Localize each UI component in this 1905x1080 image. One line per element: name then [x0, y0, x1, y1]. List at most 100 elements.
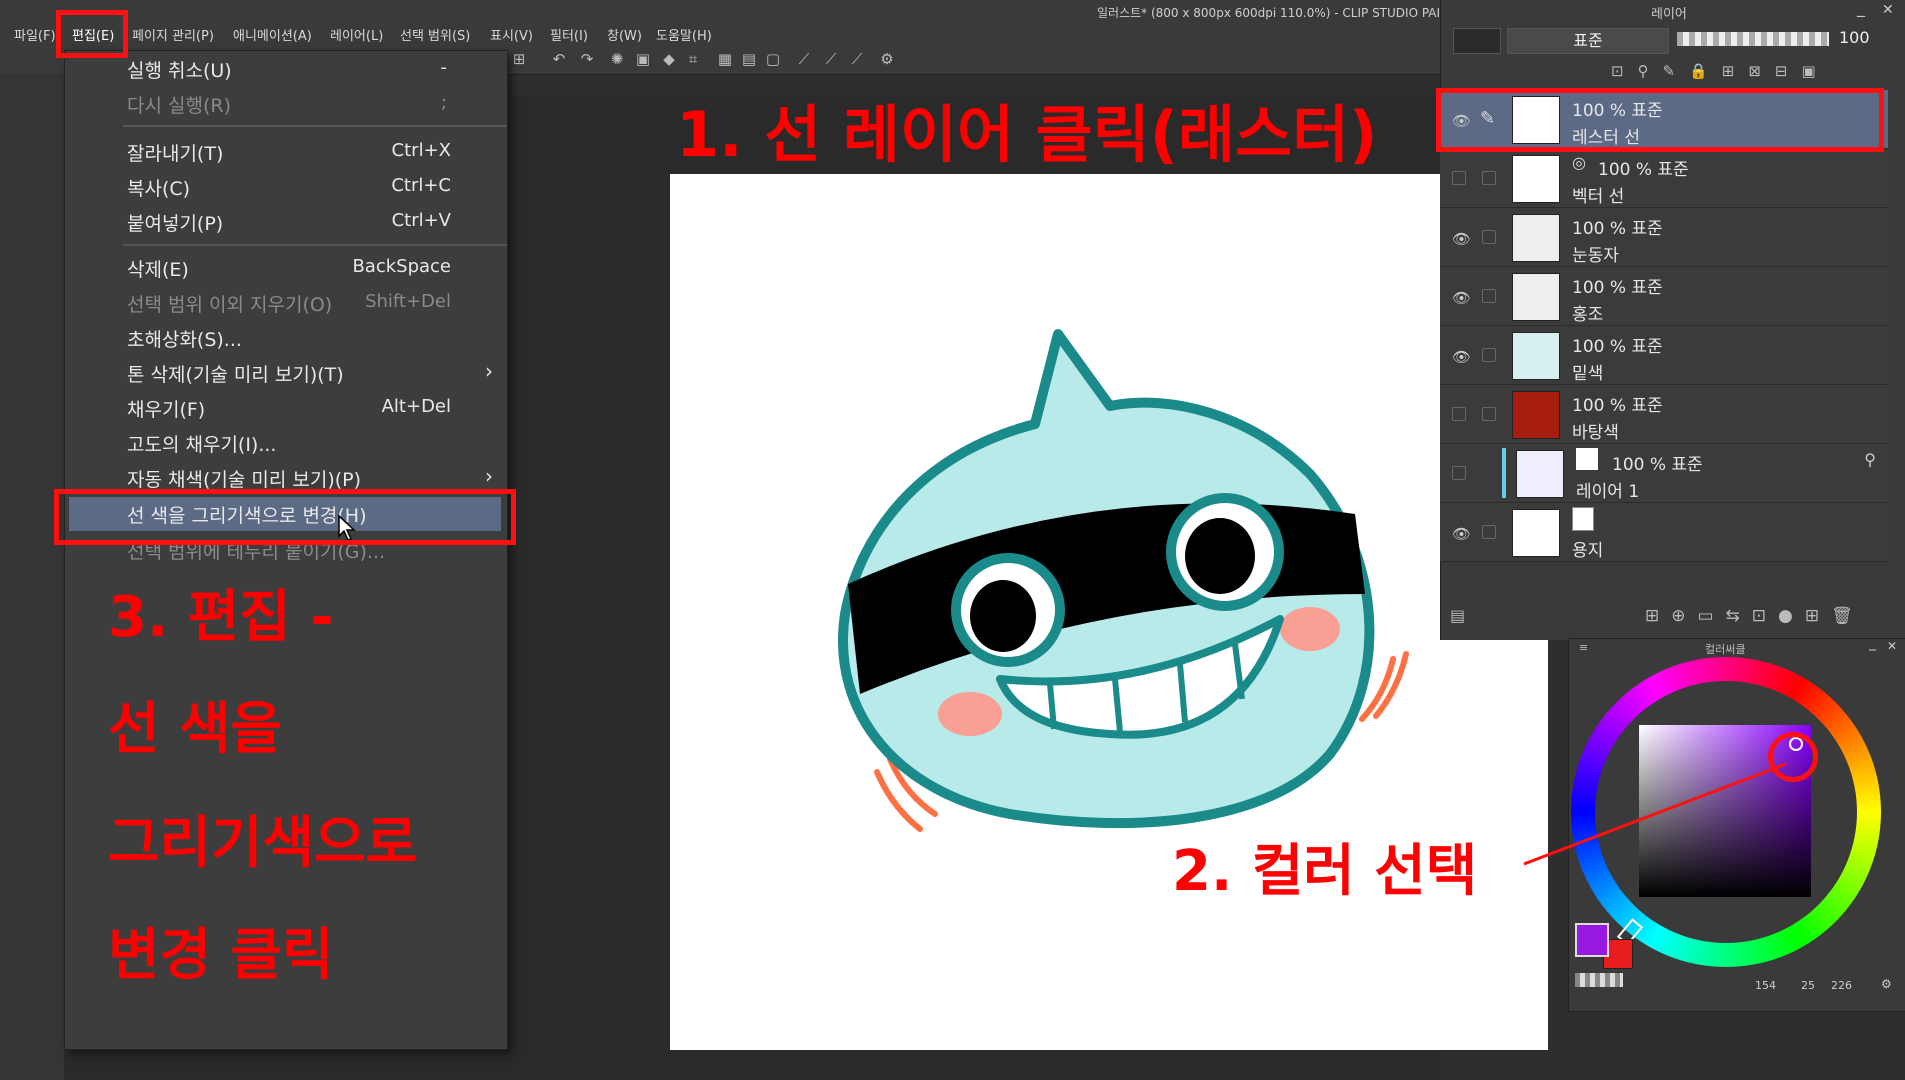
menu-item-label: 초해상화(S)... — [127, 329, 242, 351]
layer-blend: 100 % 표준 — [1572, 337, 1663, 357]
menu-separator — [123, 244, 507, 246]
menu-page[interactable]: 페이지 관리(P) — [132, 25, 214, 44]
visibility-toggle[interactable] — [1452, 171, 1466, 185]
ruler-snap-icon[interactable]: ⟋ — [822, 50, 840, 68]
layer-blend: 100 % 표준 — [1572, 219, 1663, 239]
lock-toggle[interactable] — [1482, 171, 1496, 185]
layer-thumbnail — [1516, 450, 1564, 498]
menu-filter[interactable]: 필터(I) — [550, 25, 588, 44]
fill-icon[interactable]: ◆ — [660, 50, 678, 68]
layer-bottom-toolbar: ⊞⊕▭⇆⊡●⊞🗑 — [1645, 606, 1865, 626]
rgb-r-value: 154 — [1755, 979, 1776, 992]
menu-item-advanced-fill[interactable]: 고도의 채우기(I)... — [65, 426, 507, 460]
menu-help[interactable]: 도움말(H) — [656, 25, 712, 44]
layer-row[interactable]: 👁 100 % 표준 홍조 — [1440, 267, 1888, 326]
lock-toggle[interactable] — [1482, 525, 1496, 539]
layer-name: 벡터 선 — [1572, 187, 1625, 207]
layer-row[interactable]: 👁 100 % 표준 밑색 — [1440, 326, 1888, 385]
layer-blend: 100 % 표준 — [1572, 396, 1663, 416]
layer-row[interactable]: 👁 용지 — [1440, 503, 1888, 562]
lock-toggle[interactable] — [1482, 230, 1496, 244]
panel-menu-icon[interactable]: ▤ — [1450, 606, 1465, 625]
menu-item-redo[interactable]: 다시 실행(R) ; — [65, 87, 507, 121]
minimize-icon[interactable]: _ — [1869, 635, 1876, 651]
square-icon[interactable]: ▢ — [764, 50, 782, 68]
eye-icon[interactable]: 👁 — [1452, 525, 1471, 543]
submenu-arrow-icon: › — [485, 359, 493, 383]
close-icon[interactable]: ✕ — [1882, 2, 1894, 18]
annotation-box-layer — [1436, 88, 1884, 152]
menu-item-label: 고도의 채우기(I)... — [127, 434, 277, 456]
layer-folder-indicator — [1502, 448, 1506, 498]
layer-row[interactable]: ◎ 100 % 표준 벡터 선 — [1440, 149, 1888, 208]
close-icon[interactable]: ✕ — [1887, 639, 1897, 653]
lock-toggle[interactable] — [1482, 289, 1496, 303]
transparent-color-swatch[interactable] — [1575, 973, 1623, 987]
eye-icon[interactable]: 👁 — [1452, 230, 1471, 248]
annotation-step3-line2: 선 색을 — [108, 697, 283, 762]
menu-item-shortcut: ; — [440, 92, 447, 113]
menu-separator — [123, 125, 507, 127]
layer-row[interactable]: 100 % 표준 레이어 1 ⚲ — [1440, 444, 1888, 503]
layer-row[interactable]: 👁 100 % 표준 눈동자 — [1440, 208, 1888, 267]
menu-item-label: 삭제(E) — [127, 259, 189, 281]
opacity-value[interactable]: 100 — [1839, 28, 1870, 47]
color-settings-icon[interactable]: ⚙ — [1881, 977, 1892, 991]
menu-item-paste[interactable]: 붙여넣기(P) Ctrl+V — [65, 205, 507, 239]
lock-toggle[interactable] — [1482, 348, 1496, 362]
menu-item-cut[interactable]: 잘라내기(T) Ctrl+X — [65, 135, 507, 169]
drawing-canvas[interactable] — [670, 174, 1548, 1050]
layer-color-dropdown[interactable] — [1453, 28, 1501, 54]
special-ruler-icon[interactable]: ⟋ — [848, 50, 866, 68]
character-illustration — [838, 329, 1409, 832]
layer-thumbnail — [1512, 273, 1560, 321]
menu-item-undo[interactable]: 실행 취소(U) - — [65, 52, 507, 86]
minimize-icon[interactable]: _ — [1857, 0, 1865, 17]
lock-toggle[interactable] — [1482, 407, 1496, 421]
menu-selection[interactable]: 선택 범위(S) — [400, 25, 470, 44]
layer-panel-title: 레이어 — [1651, 7, 1687, 22]
layer-name: 용지 — [1572, 541, 1604, 561]
window-title: 일러스트* (800 x 800px 600dpi 110.0%) - CLIP… — [1097, 6, 1457, 20]
menu-item-fill[interactable]: 채우기(F) Alt+Del — [65, 391, 507, 425]
menu-item-copy[interactable]: 복사(C) Ctrl+C — [65, 170, 507, 204]
menu-item-label: 자동 채색(기술 미리 보기)(P) — [127, 469, 362, 491]
redo-icon[interactable]: ↷ — [578, 50, 596, 68]
undo-icon[interactable]: ↶ — [550, 50, 568, 68]
ruler-icon[interactable]: ⟋ — [795, 50, 813, 68]
menu-item-delete[interactable]: 삭제(E) BackSpace — [65, 251, 507, 285]
main-color-swatch[interactable] — [1575, 923, 1609, 957]
menu-layer[interactable]: 레이어(L) — [330, 25, 383, 44]
grid-icon[interactable]: ▤ — [740, 50, 758, 68]
layer-row[interactable]: 100 % 표준 바탕색 — [1440, 385, 1888, 444]
menu-animation[interactable]: 애니메이션(A) — [233, 25, 312, 44]
visibility-toggle[interactable] — [1452, 466, 1466, 480]
layer-name: 레이어 1 — [1576, 482, 1640, 502]
opacity-slider[interactable] — [1677, 32, 1829, 46]
layer-thumbnail — [1512, 155, 1560, 203]
menu-file[interactable]: 파일(F) — [14, 25, 56, 44]
layer-blend: 100 % 표준 — [1598, 160, 1689, 180]
annotation-box-edit-menu — [56, 10, 128, 58]
menu-item-clear-outside[interactable]: 선택 범위 이외 지우기(O) Shift+Del — [65, 286, 507, 320]
vector-layer-icon: ◎ — [1572, 153, 1586, 172]
rgb-g-value: 25 — [1801, 979, 1815, 992]
menu-item-super-resolution[interactable]: 초해상화(S)... — [65, 321, 507, 355]
layer-thumbnail — [1512, 391, 1560, 439]
blend-mode-select[interactable]: 표준 — [1507, 28, 1669, 54]
visibility-toggle[interactable] — [1452, 407, 1466, 421]
eye-icon[interactable]: 👁 — [1452, 348, 1471, 366]
transform-icon[interactable]: ▣ — [634, 50, 652, 68]
menu-item-shortcut: Alt+Del — [381, 396, 451, 417]
settings-icon[interactable]: ⚙ — [878, 50, 896, 68]
loading-icon[interactable]: ✺ — [608, 50, 626, 68]
color-panel-title: 컬러써클 — [1705, 643, 1746, 656]
menu-view[interactable]: 표시(V) — [490, 25, 533, 44]
crop-icon[interactable]: ⌗ — [684, 50, 702, 68]
menu-window[interactable]: 창(W) — [607, 25, 642, 44]
menu-item-remove-tone[interactable]: 톤 삭제(기술 미리 보기)(T) › — [65, 356, 507, 390]
eye-icon[interactable]: 👁 — [1452, 289, 1471, 307]
snap-icon[interactable]: ⊞ — [510, 50, 528, 68]
tone-icon[interactable]: ▦ — [716, 50, 734, 68]
menu-item-shortcut: Ctrl+C — [391, 175, 451, 196]
